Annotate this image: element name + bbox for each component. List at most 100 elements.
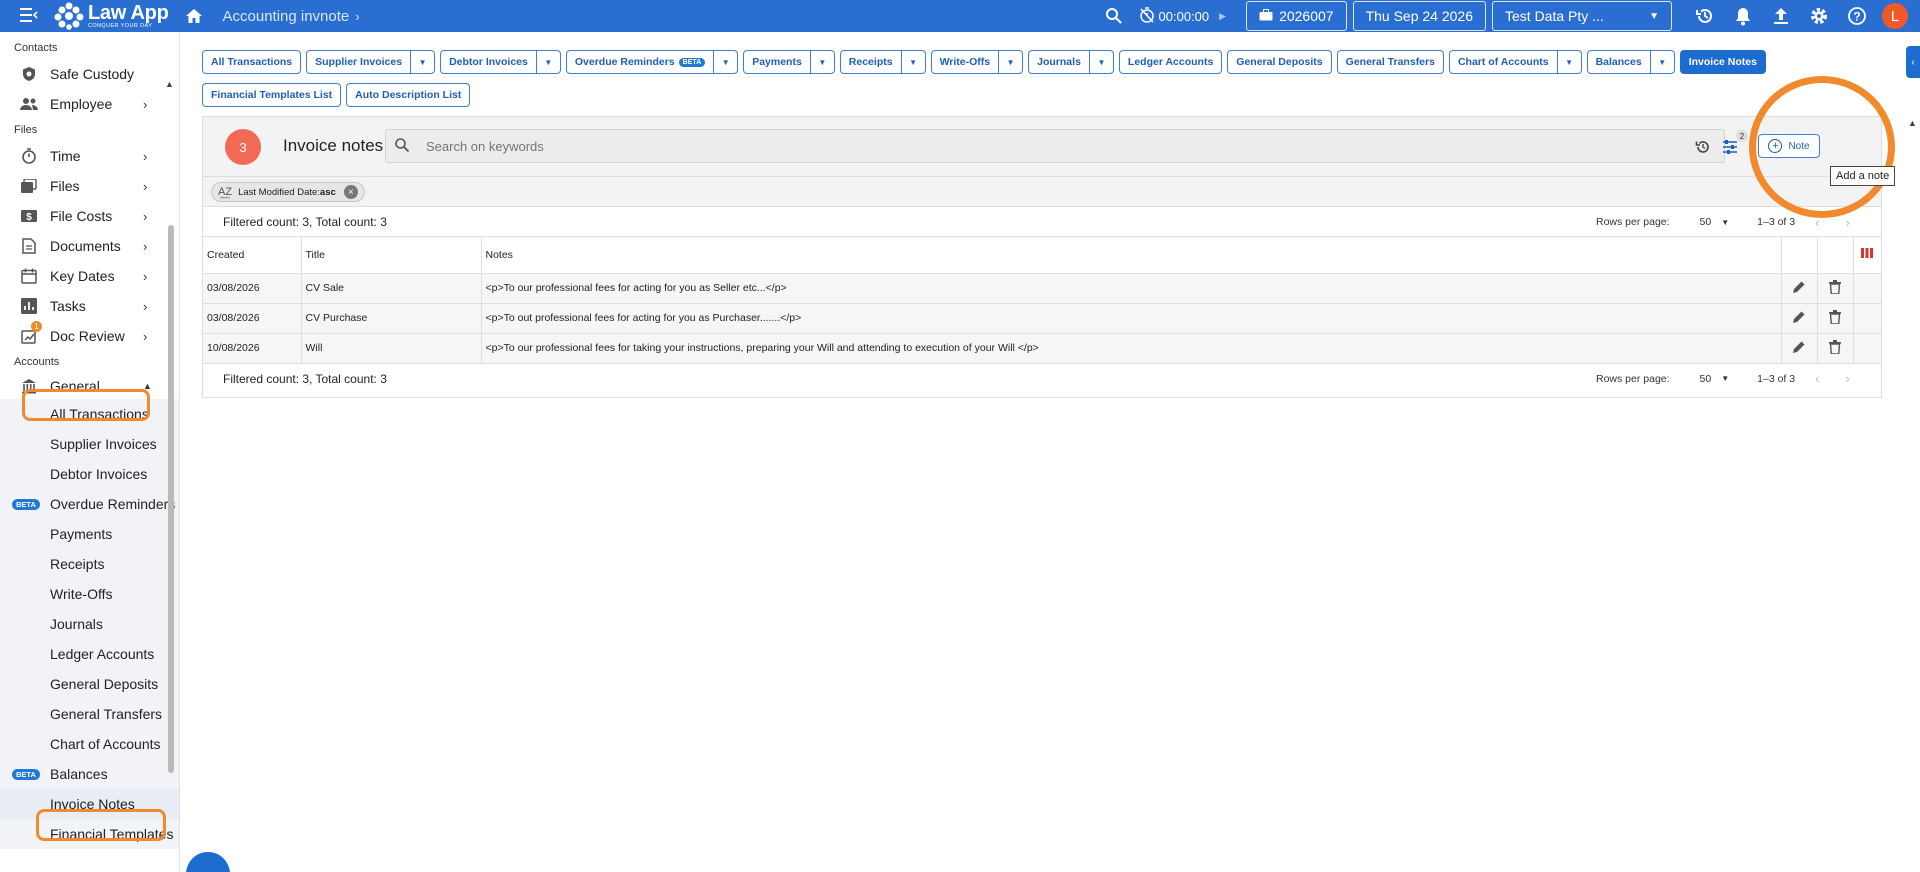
- next-page-icon[interactable]: ›: [1845, 371, 1849, 386]
- sidebar-item-time[interactable]: Time ›: [0, 141, 179, 171]
- sidebar-item-safe-custody[interactable]: Safe Custody: [0, 59, 179, 89]
- sort-row: A͟Z Last Modified Date: asc ×: [203, 177, 1881, 207]
- sidebar-item-file-costs[interactable]: $ File Costs ›: [0, 201, 179, 231]
- tab-invoice-notes[interactable]: Invoice Notes: [1679, 50, 1766, 74]
- caret-down-icon[interactable]: ▼: [809, 51, 834, 73]
- tab-general-transfers[interactable]: General Transfers: [1336, 50, 1444, 74]
- settings-icon[interactable]: [1808, 5, 1830, 27]
- tab-all-transactions[interactable]: All Transactions: [202, 50, 302, 74]
- caret-down-icon[interactable]: ▼: [410, 51, 434, 73]
- edit-icon[interactable]: [1781, 273, 1818, 304]
- next-page-icon[interactable]: ›: [1845, 215, 1849, 230]
- search-box[interactable]: [385, 129, 1725, 163]
- breadcrumb-current[interactable]: Accounting invnote: [223, 8, 350, 25]
- history-icon[interactable]: [1694, 5, 1716, 27]
- panel-header: 3 Invoice notes 2 + Note: [203, 117, 1881, 177]
- sidebar-subitem-write-offs[interactable]: Write-Offs: [0, 579, 179, 609]
- tab-ledger-accounts[interactable]: Ledger Accounts: [1118, 50, 1223, 74]
- column-settings-icon[interactable]: [1853, 237, 1881, 274]
- sidebar-subitem-general-transfers[interactable]: General Transfers: [0, 699, 179, 729]
- sidebar-item-key-dates[interactable]: Key Dates ›: [0, 261, 179, 291]
- sidebar-scrollbar[interactable]: [167, 80, 175, 870]
- expand-panel-icon[interactable]: ‹: [1906, 46, 1920, 78]
- caret-down-icon[interactable]: ▼: [1556, 51, 1581, 73]
- company-select[interactable]: Test Data Pty ... ▼: [1492, 1, 1672, 31]
- scroll-up-arrow-icon[interactable]: ▲: [1908, 118, 1917, 128]
- sidebar-subitem-supplier-invoices[interactable]: Supplier Invoices: [0, 429, 179, 459]
- home-icon[interactable]: [185, 7, 203, 25]
- sidebar-subitem-overdue-reminders[interactable]: BETA Overdue Reminders: [0, 489, 179, 519]
- tab-balances[interactable]: Balances ▼: [1586, 50, 1675, 74]
- play-icon[interactable]: ▶: [1219, 11, 1226, 22]
- caret-down-icon[interactable]: ▼: [900, 51, 925, 73]
- avatar[interactable]: L: [1882, 3, 1908, 29]
- search-input[interactable]: [426, 138, 1426, 154]
- tab-financial-templates-list[interactable]: Financial Templates List: [202, 83, 342, 107]
- table-row[interactable]: 03/08/2026 CV Sale <p>To our professional …: [203, 273, 1881, 304]
- sidebar-item-files[interactable]: Files ›: [0, 171, 179, 201]
- tab-debtor-invoices[interactable]: Debtor Invoices ▼: [440, 50, 561, 74]
- table-row[interactable]: 03/08/2026 CV Purchase <p>To out professio…: [203, 303, 1881, 334]
- sidebar-subitem-balances[interactable]: BETA Balances: [0, 759, 179, 789]
- sort-chip[interactable]: A͟Z Last Modified Date: asc ×: [211, 182, 365, 202]
- sidebar-subitem-journals[interactable]: Journals: [0, 609, 179, 639]
- count-row-top: Filtered count: 3, Total count: 3 Rows p…: [203, 207, 1881, 237]
- sidebar-subitem-receipts[interactable]: Receipts: [0, 549, 179, 579]
- delete-icon[interactable]: [1817, 303, 1854, 334]
- caret-down-icon[interactable]: ▼: [1649, 51, 1674, 73]
- tab-supplier-invoices[interactable]: Supplier Invoices ▼: [306, 50, 436, 74]
- file-number-box[interactable]: 2026007: [1246, 1, 1347, 31]
- reset-icon[interactable]: [1694, 138, 1712, 156]
- rows-per-page-select[interactable]: 50 ▼: [1700, 216, 1730, 228]
- sidebar-subitem-ledger-accounts[interactable]: Ledger Accounts: [0, 639, 179, 669]
- rows-per-page-select[interactable]: 50 ▼: [1700, 373, 1730, 385]
- caret-down-icon[interactable]: ▼: [713, 51, 737, 73]
- chip-remove-icon[interactable]: ×: [343, 185, 358, 199]
- filter-icon[interactable]: [1721, 138, 1739, 156]
- delete-icon[interactable]: [1817, 273, 1854, 304]
- caret-down-icon[interactable]: ▼: [535, 51, 560, 73]
- table-row[interactable]: 10/08/2026 Will <p>To our professional fee…: [203, 333, 1881, 364]
- highlight-invoice-notes: [36, 809, 166, 841]
- sidebar-subitem-chart-of-accounts[interactable]: Chart of Accounts: [0, 729, 179, 759]
- tab-overdue-reminders[interactable]: Overdue Reminders BETA ▼: [565, 50, 739, 74]
- bell-icon[interactable]: [1732, 5, 1754, 27]
- edit-icon[interactable]: [1781, 303, 1818, 334]
- date-box[interactable]: Thu Sep 24 2026: [1352, 1, 1486, 31]
- sidebar-item-doc-review[interactable]: 1 Doc Review ›: [0, 321, 179, 351]
- sidebar-item-documents[interactable]: Documents ›: [0, 231, 179, 261]
- caret-down-icon[interactable]: ▼: [1088, 51, 1113, 73]
- tab-write-offs[interactable]: Write-Offs ▼: [930, 50, 1024, 74]
- caret-down-icon[interactable]: ▼: [998, 51, 1022, 73]
- sidebar-item-employee[interactable]: Employee ›: [0, 89, 179, 119]
- count-text: Filtered count: 3, Total count: 3: [223, 214, 387, 229]
- tab-receipts[interactable]: Receipts ▼: [839, 50, 926, 74]
- menu-collapse-icon[interactable]: [20, 6, 40, 27]
- column-header-notes[interactable]: Notes: [481, 237, 1782, 274]
- app-logo[interactable]: Law App CONQUER YOUR DAY: [54, 0, 169, 32]
- sidebar-item-tasks[interactable]: Tasks ›: [0, 291, 179, 321]
- sidebar-item-label: Time: [50, 148, 81, 164]
- sidebar-scroll-thumb[interactable]: [168, 225, 174, 773]
- edit-icon[interactable]: [1781, 333, 1818, 364]
- sidebar-subitem-debtor-invoices[interactable]: Debtor Invoices: [0, 459, 179, 489]
- sidebar-subitem-payments[interactable]: Payments: [0, 519, 179, 549]
- column-header-title[interactable]: Title: [301, 237, 482, 274]
- prev-page-icon[interactable]: ‹: [1815, 371, 1819, 386]
- tab-label-text: Overdue Reminders: [574, 56, 675, 68]
- search-icon[interactable]: [1103, 5, 1125, 27]
- rows-per-page-label: Rows per page:: [1596, 216, 1670, 228]
- tab-journals[interactable]: Journals ▼: [1028, 50, 1114, 74]
- timer-value: 00:00:00: [1158, 8, 1210, 24]
- tab-auto-description-list[interactable]: Auto Description List: [346, 83, 471, 107]
- help-icon[interactable]: ?: [1846, 5, 1868, 27]
- delete-icon[interactable]: [1817, 333, 1854, 364]
- count-row-bottom: Filtered count: 3, Total count: 3 Rows p…: [203, 364, 1881, 394]
- sidebar-subitem-general-deposits[interactable]: General Deposits: [0, 669, 179, 699]
- timer[interactable]: 00:00:00 ▶: [1139, 6, 1226, 26]
- tab-payments[interactable]: Payments ▼: [743, 50, 835, 74]
- tab-general-deposits[interactable]: General Deposits: [1227, 50, 1332, 74]
- tab-chart-of-accounts[interactable]: Chart of Accounts ▼: [1448, 50, 1582, 74]
- column-header-created[interactable]: Created: [203, 237, 302, 274]
- upload-icon[interactable]: [1770, 5, 1792, 27]
